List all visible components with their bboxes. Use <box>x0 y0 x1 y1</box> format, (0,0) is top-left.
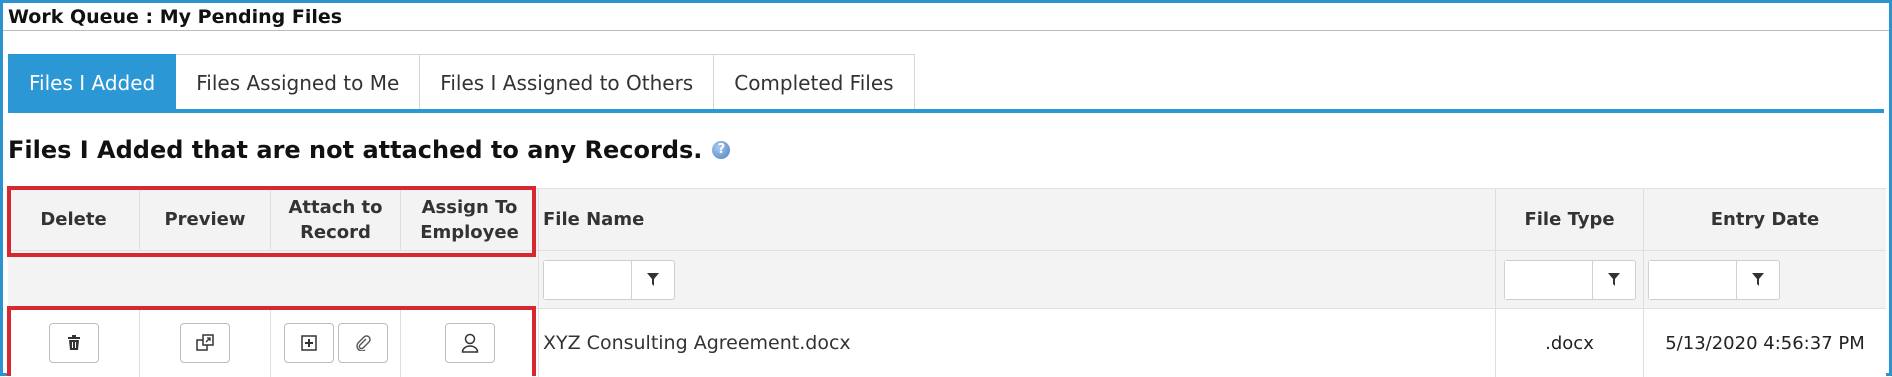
filter-cell-empty <box>140 251 271 308</box>
col-header-entry-date[interactable]: Entry Date <box>1644 189 1886 250</box>
table-row: XYZ Consulting Agreement.docx .docx 5/13… <box>8 309 1886 377</box>
section-heading: Files I Added that are not attached to a… <box>8 136 731 164</box>
entry-date-filter <box>1648 259 1780 300</box>
file-name-cell: XYZ Consulting Agreement.docx <box>539 309 1496 377</box>
preview-button[interactable] <box>180 323 230 363</box>
paperclip-icon <box>355 335 371 351</box>
file-name-filter-button[interactable] <box>632 261 674 299</box>
tab-underline <box>8 109 1884 113</box>
tab-files-i-added[interactable]: Files I Added <box>8 54 177 110</box>
file-name-filter-input[interactable] <box>544 260 632 299</box>
col-header-assign-to-employee: Assign To Employee <box>401 189 539 250</box>
col-header-file-name[interactable]: File Name <box>539 189 1496 250</box>
assign-to-employee-button[interactable] <box>444 323 495 363</box>
col-header-file-type[interactable]: File Type <box>1496 189 1644 250</box>
funnel-icon <box>647 272 659 286</box>
assign-cell <box>401 309 539 377</box>
file-type-filter-cell <box>1496 251 1644 308</box>
filter-cell-empty <box>271 251 401 308</box>
entry-date-filter-input[interactable] <box>1649 260 1737 299</box>
delete-cell <box>8 309 140 377</box>
entry-date-cell: 5/13/2020 4:56:37 PM <box>1665 332 1865 354</box>
file-name-filter-cell <box>539 251 1496 308</box>
entry-date-filter-button[interactable] <box>1737 261 1779 299</box>
tab-completed-files[interactable]: Completed Files <box>714 54 915 110</box>
attach-to-record-button[interactable] <box>283 323 334 363</box>
funnel-icon <box>1607 272 1620 286</box>
plus-icon <box>300 335 317 351</box>
preview-cell <box>140 309 271 377</box>
attach-cell <box>271 309 401 377</box>
table-header-row: Delete Preview Attach to Record Assign T… <box>8 189 1886 251</box>
file-name-link[interactable]: XYZ Consulting Agreement.docx <box>543 332 851 354</box>
tab-bar: Files I Added Files Assigned to Me Files… <box>8 54 915 110</box>
entry-date-filter-cell <box>1644 251 1886 308</box>
col-header-delete: Delete <box>8 189 140 250</box>
attach-link-button[interactable] <box>337 323 388 363</box>
filter-cell-empty <box>8 251 140 308</box>
table-filter-row <box>8 251 1886 309</box>
file-type-cell: .docx <box>1496 309 1644 377</box>
files-table: Delete Preview Attach to Record Assign T… <box>8 188 1886 377</box>
file-type-filter-input[interactable] <box>1504 260 1593 299</box>
window-title: Work Queue : My Pending Files <box>3 3 1889 31</box>
attach-button-group <box>283 323 388 363</box>
file-type-filter-button[interactable] <box>1593 261 1635 299</box>
person-icon <box>461 333 478 353</box>
file-name-filter <box>543 259 675 300</box>
section-title: Files I Added that are not attached to a… <box>8 136 703 164</box>
tab-files-assigned-to-me[interactable]: Files Assigned to Me <box>176 54 421 110</box>
col-header-preview: Preview <box>140 189 271 250</box>
col-header-attach-to-record: Attach to Record <box>271 189 401 250</box>
help-icon[interactable]: ? <box>712 141 731 159</box>
preview-window-icon <box>196 334 214 351</box>
file-type-filter <box>1503 259 1636 300</box>
delete-button[interactable] <box>48 323 99 363</box>
tab-files-i-assigned-to-others[interactable]: Files I Assigned to Others <box>420 54 715 110</box>
funnel-icon <box>1752 272 1764 286</box>
filter-cell-empty <box>401 251 539 308</box>
trash-icon <box>67 335 80 350</box>
